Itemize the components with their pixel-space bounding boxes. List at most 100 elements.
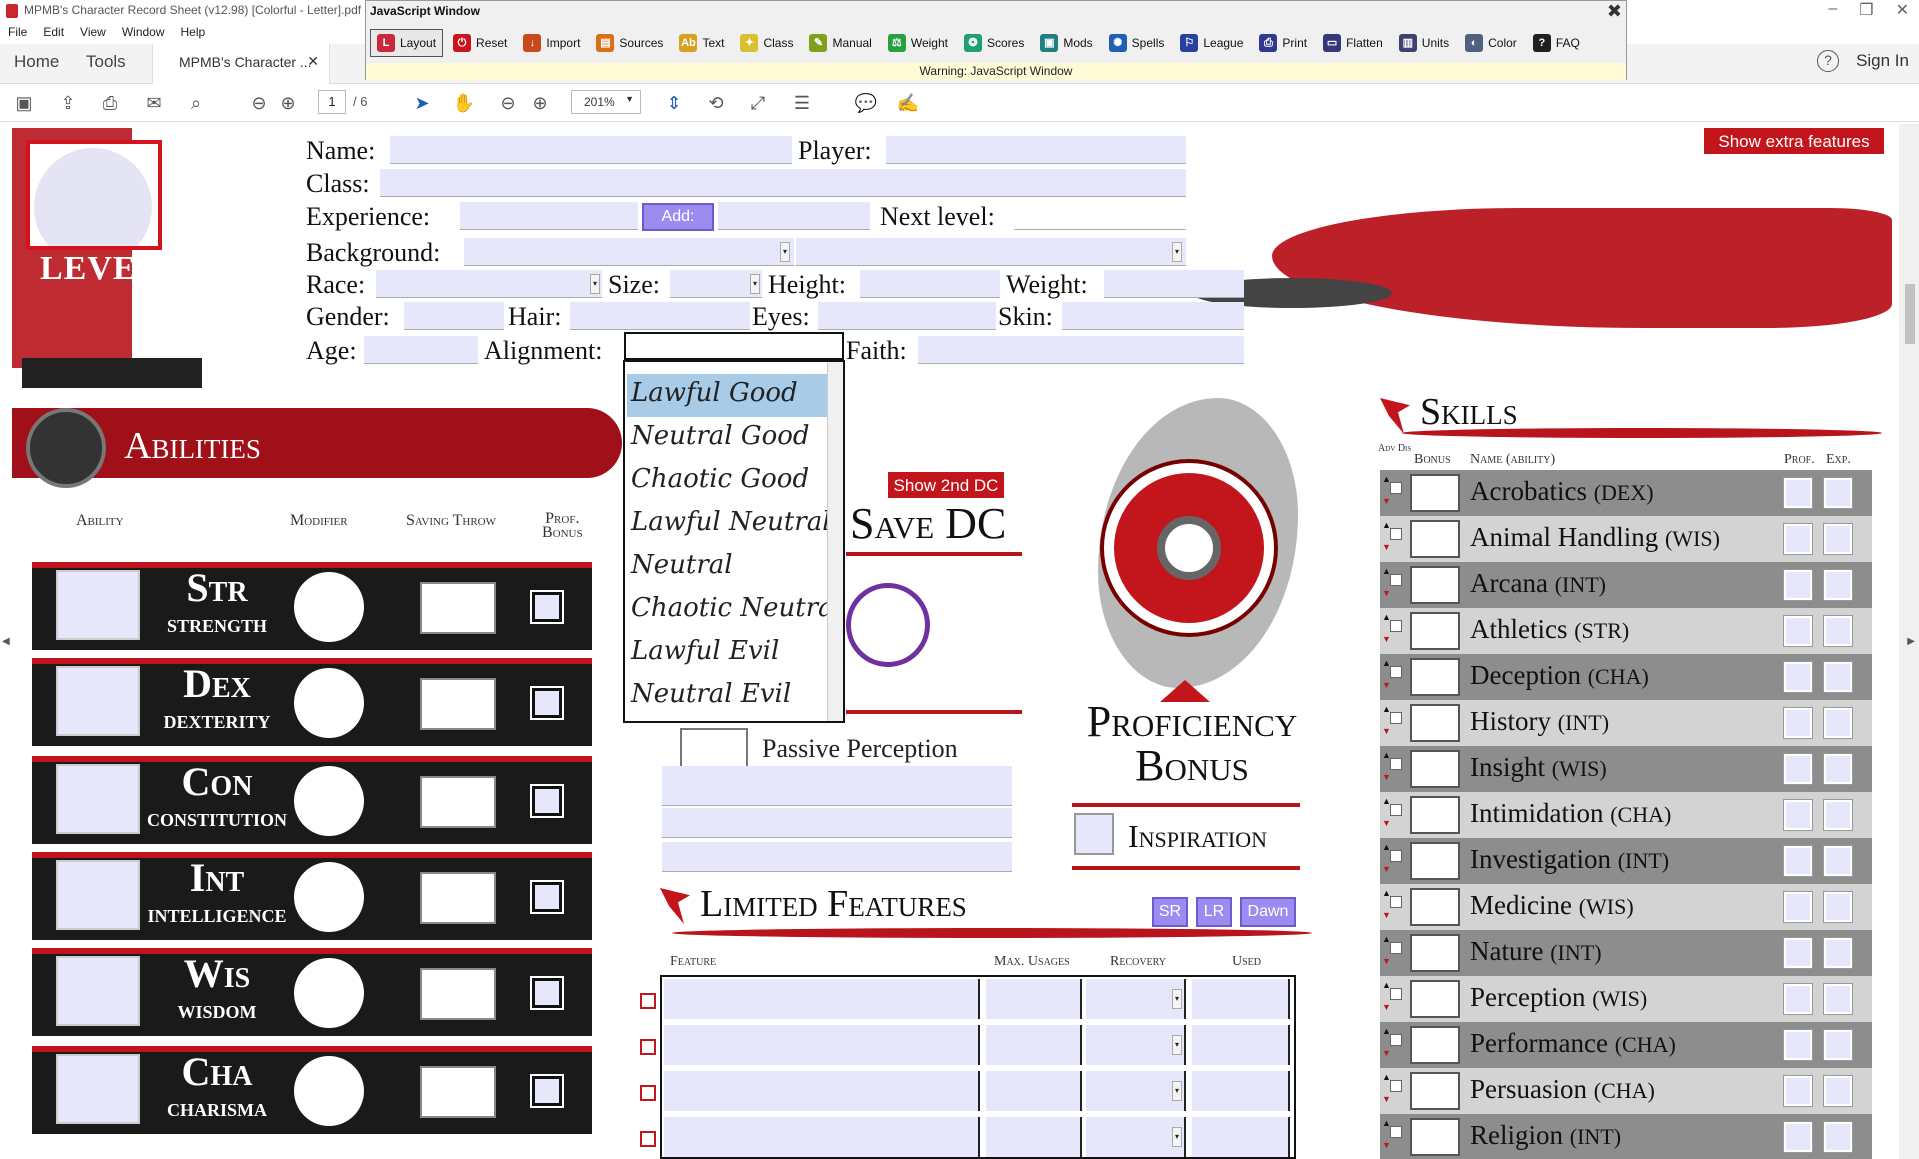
limited-feature-checkbox[interactable] [640, 993, 656, 1009]
experience-field[interactable] [460, 202, 638, 230]
saving-throw-prof-checkbox[interactable] [532, 1076, 562, 1106]
show-extra-features-button[interactable]: Show extra features [1702, 126, 1886, 156]
disadvantage-arrow-icon[interactable]: ▼ [1382, 726, 1391, 736]
class-field[interactable] [380, 169, 1186, 197]
close-tab-icon[interactable]: ✕ [307, 53, 319, 70]
skill-bonus-field[interactable] [1410, 474, 1460, 512]
recovery-dropdown-icon[interactable]: ▾ [1172, 1127, 1182, 1147]
ability-score-field[interactable] [56, 956, 140, 1026]
skill-expertise-checkbox[interactable] [1824, 800, 1852, 830]
adv-dis-control[interactable]: ▲ ▼ [1380, 1118, 1402, 1156]
character-portrait[interactable] [26, 140, 162, 250]
adv-dis-checkbox[interactable] [1390, 804, 1402, 816]
used-field[interactable] [1192, 1071, 1290, 1111]
saving-throw-field[interactable] [420, 678, 496, 730]
select-cursor-icon[interactable]: ➤ [410, 92, 434, 114]
email-icon[interactable]: ✉ [142, 92, 166, 114]
js-button-sources[interactable]: ▤ Sources [590, 29, 669, 57]
ability-score-field[interactable] [56, 570, 140, 640]
disadvantage-arrow-icon[interactable]: ▼ [1382, 864, 1391, 874]
js-button-mods[interactable]: ▣ Mods [1034, 29, 1098, 57]
race-field[interactable] [376, 270, 602, 298]
alignment-option[interactable]: Lawful Good [627, 374, 829, 417]
menu-edit[interactable]: Edit [43, 25, 64, 41]
skill-bonus-field[interactable] [1410, 934, 1460, 972]
adv-dis-checkbox[interactable] [1390, 574, 1402, 586]
gender-field[interactable] [404, 302, 504, 330]
js-button-layout[interactable]: L Layout [370, 29, 444, 57]
disadvantage-arrow-icon[interactable]: ▼ [1382, 1048, 1391, 1058]
skin-field[interactable] [1062, 302, 1244, 330]
saving-throw-field[interactable] [420, 776, 496, 828]
skill-expertise-checkbox[interactable] [1824, 662, 1852, 692]
feature-name-field[interactable] [664, 1117, 980, 1157]
skill-expertise-checkbox[interactable] [1824, 984, 1852, 1014]
skill-expertise-checkbox[interactable] [1824, 1076, 1852, 1106]
skill-proficiency-checkbox[interactable] [1784, 662, 1812, 692]
js-button-faq[interactable]: ? FAQ [1527, 29, 1586, 57]
notes-field-1[interactable] [662, 766, 1012, 806]
recovery-field[interactable] [1086, 979, 1186, 1019]
skill-bonus-field[interactable] [1410, 1026, 1460, 1064]
adv-dis-checkbox[interactable] [1390, 988, 1402, 1000]
alignment-option[interactable]: Chaotic Good [627, 460, 829, 503]
max-usages-field[interactable] [986, 1025, 1082, 1065]
skill-bonus-field[interactable] [1410, 842, 1460, 880]
inspiration-checkbox[interactable] [1074, 813, 1114, 855]
skill-expertise-checkbox[interactable] [1824, 846, 1852, 876]
skill-expertise-checkbox[interactable] [1824, 524, 1852, 554]
disadvantage-arrow-icon[interactable]: ▼ [1382, 1094, 1391, 1104]
menu-help[interactable]: Help [181, 25, 206, 41]
alignment-dropdown-list[interactable]: Lawful Good Neutral Good Chaotic Good Lawfu… [623, 360, 845, 723]
adv-dis-checkbox[interactable] [1390, 482, 1402, 494]
skill-expertise-checkbox[interactable] [1824, 938, 1852, 968]
minimize-button[interactable]: – [1828, 0, 1837, 22]
short-rest-button[interactable]: SR [1152, 897, 1188, 927]
skill-proficiency-checkbox[interactable] [1784, 846, 1812, 876]
scroll-mode-icon[interactable]: ☰ [790, 92, 814, 114]
skill-bonus-field[interactable] [1410, 888, 1460, 926]
ability-modifier-field[interactable] [294, 572, 364, 642]
long-rest-button[interactable]: LR [1196, 897, 1232, 927]
disadvantage-arrow-icon[interactable]: ▼ [1382, 772, 1391, 782]
skill-proficiency-checkbox[interactable] [1784, 708, 1812, 738]
alignment-option[interactable]: Neutral Evil [627, 675, 829, 718]
tab-home[interactable]: Home [14, 52, 59, 72]
skill-proficiency-checkbox[interactable] [1784, 754, 1812, 784]
adv-dis-control[interactable]: ▲ ▼ [1380, 842, 1402, 880]
js-button-scores[interactable]: ❂ Scores [958, 29, 1030, 57]
recovery-dropdown-icon[interactable]: ▾ [1172, 989, 1182, 1009]
skill-bonus-field[interactable] [1410, 980, 1460, 1018]
height-field[interactable] [860, 270, 1000, 298]
zoom-dropdown[interactable]: 201% ▼ [571, 90, 641, 114]
recovery-dropdown-icon[interactable]: ▾ [1172, 1035, 1182, 1055]
js-button-import[interactable]: ↓ Import [517, 29, 586, 57]
feature-name-field[interactable] [664, 1071, 980, 1111]
fit-page-icon[interactable]: ⇕ [662, 92, 686, 114]
notes-field-2[interactable] [662, 808, 1012, 838]
right-pane-toggle-icon[interactable]: ▶ [1907, 636, 1915, 647]
ability-score-field[interactable] [56, 1054, 140, 1124]
name-field[interactable] [390, 136, 792, 164]
background-dropdown-icon[interactable]: ▾ [780, 242, 790, 262]
skill-expertise-checkbox[interactable] [1824, 616, 1852, 646]
js-button-text[interactable]: Ab Text [673, 29, 730, 57]
close-window-button[interactable]: ✕ [1896, 0, 1909, 22]
saving-throw-prof-checkbox[interactable] [532, 688, 562, 718]
disadvantage-arrow-icon[interactable]: ▼ [1382, 680, 1391, 690]
skill-expertise-checkbox[interactable] [1824, 892, 1852, 922]
disadvantage-arrow-icon[interactable]: ▼ [1382, 1140, 1391, 1150]
feature-name-field[interactable] [664, 1025, 980, 1065]
adv-dis-checkbox[interactable] [1390, 850, 1402, 862]
notes-field-3[interactable] [662, 842, 1012, 872]
skill-proficiency-checkbox[interactable] [1784, 1076, 1812, 1106]
adv-dis-checkbox[interactable] [1390, 666, 1402, 678]
menu-file[interactable]: File [8, 25, 27, 41]
saving-throw-field[interactable] [420, 968, 496, 1020]
adv-dis-checkbox[interactable] [1390, 758, 1402, 770]
recovery-field[interactable] [1086, 1071, 1186, 1111]
dawn-button[interactable]: Dawn [1240, 897, 1296, 927]
adv-dis-checkbox[interactable] [1390, 942, 1402, 954]
saving-throw-prof-checkbox[interactable] [532, 882, 562, 912]
full-screen-icon[interactable]: ⤢ [746, 92, 770, 114]
